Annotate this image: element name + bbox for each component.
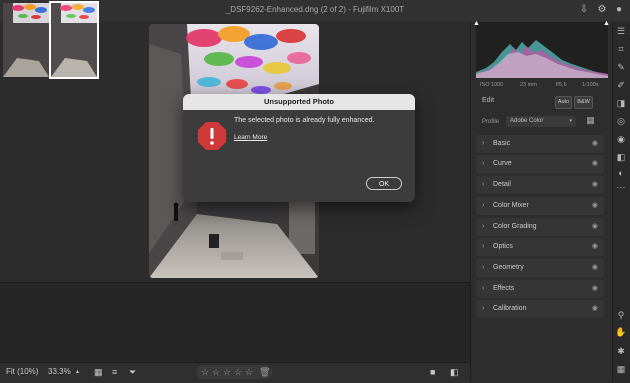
fit-zoom-button[interactable]: Fit (10%)	[6, 362, 38, 382]
sliders-icon[interactable]: ☰	[614, 24, 628, 38]
warning-icon	[197, 121, 227, 151]
user-icon[interactable]: ●	[613, 4, 625, 16]
edit-panel-title: Edit	[482, 97, 495, 104]
star-icon[interactable]: ☆	[212, 365, 220, 379]
section-detail[interactable]: › Detail ◉	[476, 176, 604, 194]
filmstrip-thumbnail-selected[interactable]	[49, 1, 99, 79]
chevron-right-icon: ›	[482, 160, 485, 167]
iso-value: ISO 1000	[480, 82, 504, 88]
radial-icon[interactable]: ◎	[614, 114, 628, 128]
export-icon[interactable]: ⇩	[578, 4, 590, 16]
eye-icon[interactable]: ◉	[592, 197, 598, 215]
chevron-right-icon: ›	[482, 243, 485, 250]
section-color-grading[interactable]: › Color Grading ◉	[476, 218, 604, 236]
sample-icon[interactable]: ✱	[614, 344, 628, 358]
compare-view-icon[interactable]: ◧	[450, 362, 459, 382]
section-effects[interactable]: › Effects ◉	[476, 280, 604, 298]
bw-button[interactable]: B&W	[574, 96, 593, 109]
chevron-right-icon: ›	[482, 223, 485, 230]
section-label: Detail	[493, 181, 511, 188]
filmstrip-thumbnail[interactable]	[3, 3, 49, 77]
histogram	[476, 22, 608, 78]
healing-icon[interactable]: ✎	[614, 60, 628, 74]
star-icon[interactable]: ☆	[234, 365, 242, 379]
section-basic[interactable]: › Basic ◉	[476, 135, 604, 153]
eye-icon[interactable]: ◉	[592, 300, 598, 318]
chevron-right-icon: ›	[482, 285, 485, 292]
highlight-clipping-icon[interactable]: ▲	[603, 20, 610, 27]
filter-icon[interactable]: ⏷	[129, 362, 136, 382]
profile-value: Adobe Color	[510, 118, 544, 124]
section-geometry[interactable]: › Geometry ◉	[476, 259, 604, 277]
zoom-level[interactable]: 33.3%	[48, 362, 71, 382]
eye-icon[interactable]: ◉	[592, 135, 598, 153]
gradient-icon[interactable]: ◨	[614, 96, 628, 110]
section-label: Calibration	[493, 305, 527, 312]
gear-icon[interactable]: ⚙	[596, 4, 608, 16]
sort-icon[interactable]: ≡	[112, 362, 117, 382]
filmstrip-view-icon[interactable]: ▦	[94, 362, 103, 382]
section-label: Curve	[493, 160, 512, 167]
shutter-speed: 1/100s	[582, 82, 599, 88]
crop-icon[interactable]: ⌗	[614, 42, 628, 56]
brush-icon[interactable]: ✐	[614, 78, 628, 92]
profile-label: Profile	[482, 119, 500, 125]
eye-icon[interactable]: ◉	[592, 176, 598, 194]
star-rating[interactable]: ☆ ☆ ☆ ☆ ☆ 🗑	[196, 365, 272, 379]
section-label: Color Mixer	[493, 202, 529, 209]
snapshots-icon[interactable]: ◐	[614, 166, 628, 180]
ok-button[interactable]: OK	[366, 177, 402, 190]
section-calibration[interactable]: › Calibration ◉	[476, 300, 604, 318]
section-label: Basic	[493, 140, 511, 147]
eye-icon[interactable]: ◉	[592, 238, 598, 256]
dialog-title: Unsupported Photo	[264, 97, 334, 106]
profile-browser-icon[interactable]: ▦	[585, 115, 596, 126]
presets-icon[interactable]: ◧	[614, 150, 628, 164]
chevron-right-icon: ›	[482, 140, 485, 147]
eye-icon[interactable]: ◉	[592, 280, 598, 298]
zoom-menu-icon[interactable]: ▴	[76, 362, 79, 382]
trash-icon[interactable]: 🗑	[259, 365, 270, 379]
star-icon[interactable]: ☆	[245, 365, 253, 379]
eye-icon[interactable]: ◉	[592, 259, 598, 277]
aperture: f/5.6	[556, 82, 567, 88]
red-eye-icon[interactable]: ◉	[614, 132, 628, 146]
section-optics[interactable]: › Optics ◉	[476, 238, 604, 256]
focal-length: 23 mm	[520, 82, 537, 88]
section-color-mixer[interactable]: › Color Mixer ◉	[476, 197, 604, 215]
auto-button[interactable]: Auto	[555, 96, 572, 109]
more-icon[interactable]: ⋯	[614, 180, 628, 194]
chevron-right-icon: ›	[482, 305, 485, 312]
star-icon[interactable]: ☆	[201, 365, 209, 379]
chevron-right-icon: ›	[482, 264, 485, 271]
section-curve[interactable]: › Curve ◉	[476, 155, 604, 173]
star-icon[interactable]: ☆	[223, 365, 231, 379]
dialog-message: The selected photo is already fully enha…	[234, 117, 375, 124]
section-label: Optics	[493, 243, 513, 250]
filmstrip	[0, 282, 470, 363]
camera-info: ISO 1000 23 mm f/5.6 1/100s	[476, 79, 608, 91]
zoom-icon[interactable]: ⚲	[614, 308, 628, 322]
chevron-down-icon: ▾	[569, 118, 572, 124]
grid-icon[interactable]: ▦	[614, 362, 628, 376]
section-label: Effects	[493, 285, 515, 292]
learn-more-link[interactable]: Learn More	[234, 134, 267, 141]
single-view-icon[interactable]: ■	[430, 362, 435, 382]
chevron-right-icon: ›	[482, 181, 485, 188]
eye-icon[interactable]: ◉	[592, 155, 598, 173]
chevron-right-icon: ›	[482, 202, 485, 209]
hand-icon[interactable]: ✋	[614, 325, 628, 339]
shadow-clipping-icon[interactable]: ▲	[473, 20, 480, 27]
unsupported-photo-dialog: Unsupported Photo The selected photo is …	[183, 94, 415, 202]
profile-dropdown[interactable]: Adobe Color ▾	[506, 116, 576, 127]
section-label: Geometry	[493, 264, 524, 271]
eye-icon[interactable]: ◉	[592, 218, 598, 236]
section-label: Color Grading	[493, 223, 537, 230]
